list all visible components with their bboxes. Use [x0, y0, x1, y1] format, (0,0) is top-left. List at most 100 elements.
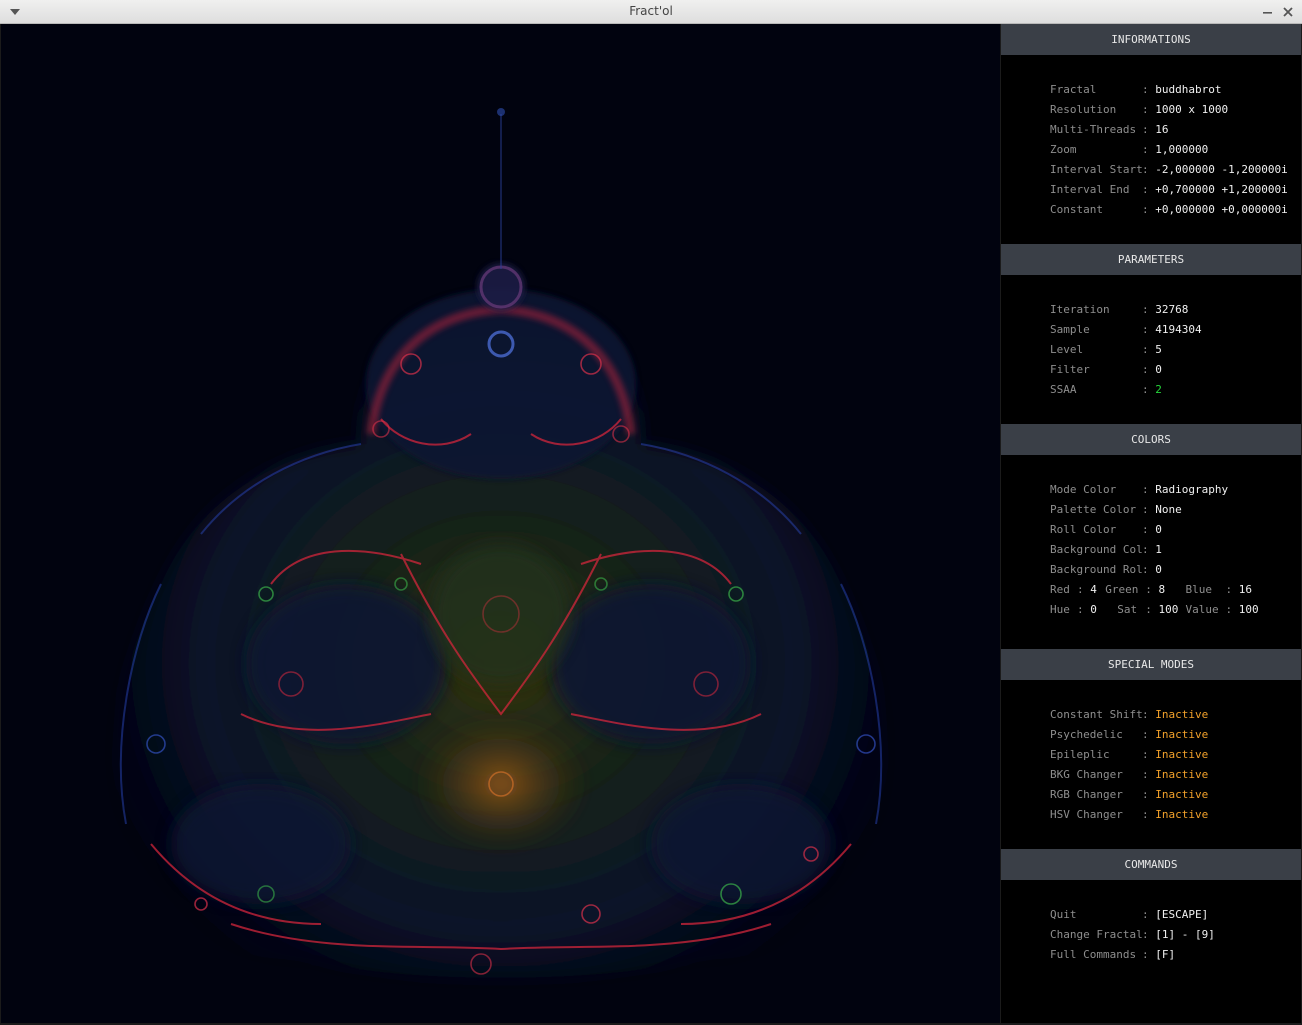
separator: :	[1142, 383, 1149, 396]
color-value: 1	[1155, 543, 1162, 556]
mode-row: Constant Shift: Inactive	[1050, 705, 1208, 725]
window-titlebar[interactable]: Fract'ol	[0, 0, 1302, 24]
param-label: Iteration	[1050, 303, 1110, 316]
mode-row: Psychedelic: Inactive	[1050, 725, 1208, 745]
info-label: Fractal	[1050, 83, 1097, 96]
command-label: Quit	[1050, 908, 1077, 921]
info-value: 1,000000	[1155, 143, 1209, 156]
color-row: Mode Color: Radiography	[1050, 480, 1228, 500]
hsv-row: Hue: 0 Sat: 100 Value: 100	[1050, 600, 1259, 620]
info-value: 1000 x 1000	[1155, 103, 1229, 116]
separator: :	[1142, 908, 1149, 921]
info-row: Fractal: buddhabrot	[1050, 80, 1221, 100]
color-value: 0	[1155, 523, 1162, 536]
separator: :	[1225, 583, 1233, 596]
mode-row: Epileplic: Inactive	[1050, 745, 1208, 765]
mode-row: BKG Changer: Inactive	[1050, 765, 1208, 785]
command-row: Full Commands: [F]	[1050, 945, 1175, 965]
red-label: Red	[1050, 583, 1070, 596]
separator: :	[1142, 563, 1149, 576]
info-row: Constant: +0,000000 +0,000000i	[1050, 200, 1288, 220]
info-value: +0,700000 +1,200000i	[1155, 183, 1288, 196]
close-icon[interactable]	[1280, 4, 1296, 20]
separator: :	[1142, 143, 1149, 156]
colors-header: COLORS	[1001, 424, 1301, 455]
separator: :	[1142, 363, 1149, 376]
mode-status: Inactive	[1155, 708, 1209, 721]
info-panel: INFORMATIONS Fractal: buddhabrot Resolut…	[1001, 24, 1301, 1023]
color-row: Background Rol: 0	[1050, 560, 1162, 580]
separator: :	[1142, 928, 1149, 941]
blue-value: 16	[1238, 583, 1252, 596]
mode-status: Inactive	[1155, 728, 1209, 741]
param-row: Level: 5	[1050, 340, 1162, 360]
param-row: Iteration: 32768	[1050, 300, 1188, 320]
color-value: Radiography	[1155, 483, 1229, 496]
green-label: Green	[1105, 583, 1139, 596]
separator: :	[1142, 523, 1149, 536]
color-value: None	[1155, 503, 1182, 516]
color-label: Roll Color	[1050, 523, 1117, 536]
info-value: 16	[1155, 123, 1169, 136]
separator: :	[1077, 583, 1084, 596]
fractal-canvas[interactable]	[1, 24, 1000, 1023]
mode-status: Inactive	[1155, 808, 1209, 821]
separator: :	[1142, 323, 1149, 336]
separator: :	[1142, 483, 1149, 496]
color-row: Roll Color: 0	[1050, 520, 1162, 540]
color-row: Background Col: 1	[1050, 540, 1162, 560]
mode-status: Inactive	[1155, 768, 1209, 781]
separator: :	[1225, 603, 1233, 616]
mode-row: HSV Changer: Inactive	[1050, 805, 1208, 825]
separator: :	[1142, 303, 1149, 316]
separator: :	[1142, 948, 1149, 961]
window-title: Fract'ol	[629, 4, 673, 18]
command-key: [1] - [9]	[1155, 928, 1215, 941]
mode-row: RGB Changer: Inactive	[1050, 785, 1208, 805]
separator: :	[1142, 728, 1149, 741]
info-value: buddhabrot	[1155, 83, 1222, 96]
sat-value: 100	[1158, 603, 1179, 616]
param-value: 5	[1155, 343, 1162, 356]
value-value: 100	[1238, 603, 1259, 616]
parameters-header: PARAMETERS	[1001, 244, 1301, 275]
separator: :	[1142, 808, 1149, 821]
green-value: 8	[1158, 583, 1166, 596]
informations-header: INFORMATIONS	[1001, 24, 1301, 55]
param-label: Level	[1050, 343, 1084, 356]
command-row: Change Fractal: [1] - [9]	[1050, 925, 1215, 945]
command-key: [ESCAPE]	[1155, 908, 1209, 921]
hue-label: Hue	[1050, 603, 1070, 616]
info-row: Interval End: +0,700000 +1,200000i	[1050, 180, 1288, 200]
buddhabrot-render	[111, 108, 889, 978]
info-label: Multi-Threads	[1050, 123, 1137, 136]
param-value: 0	[1155, 363, 1162, 376]
mode-status: Inactive	[1155, 748, 1209, 761]
info-label: Interval End	[1050, 183, 1130, 196]
mode-status: Inactive	[1155, 788, 1209, 801]
info-row: Resolution: 1000 x 1000	[1050, 100, 1228, 120]
command-row: Quit: [ESCAPE]	[1050, 905, 1208, 925]
command-label: Change Fractal	[1050, 928, 1143, 941]
hue-value: 0	[1090, 603, 1097, 616]
param-label: Sample	[1050, 323, 1090, 336]
separator: :	[1142, 203, 1149, 216]
separator: :	[1142, 768, 1149, 781]
commands-header: COMMANDS	[1001, 849, 1301, 880]
param-row: SSAA: 2	[1050, 380, 1162, 400]
separator: :	[1142, 343, 1149, 356]
minimize-icon[interactable]	[1260, 4, 1276, 20]
param-row: Sample: 4194304	[1050, 320, 1202, 340]
mode-label: Epileplic	[1050, 748, 1110, 761]
separator: :	[1142, 123, 1149, 136]
separator: :	[1142, 183, 1149, 196]
mode-label: RGB Changer	[1050, 788, 1123, 801]
info-value: -2,000000 -1,200000i	[1155, 163, 1288, 176]
param-value: 32768	[1155, 303, 1189, 316]
info-label: Interval Start	[1050, 163, 1143, 176]
separator: :	[1142, 503, 1149, 516]
blue-label: Blue	[1185, 583, 1213, 596]
info-label: Constant	[1050, 203, 1103, 216]
separator: :	[1077, 603, 1084, 616]
separator: :	[1142, 748, 1149, 761]
